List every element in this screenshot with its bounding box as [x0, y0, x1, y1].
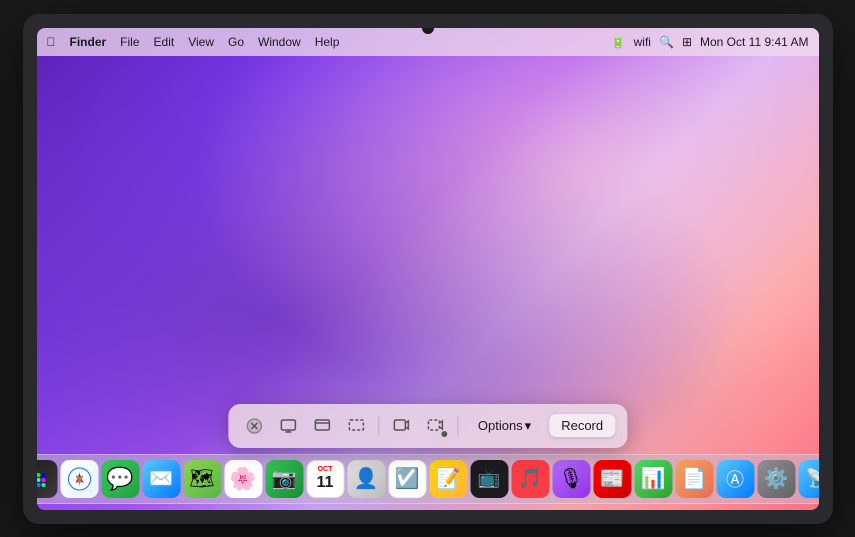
dock-podcasts[interactable]: 🎙 — [552, 460, 590, 498]
dock-numbers[interactable]: 📊 — [634, 460, 672, 498]
options-label: Options — [478, 418, 523, 433]
dock-safari[interactable] — [60, 460, 98, 498]
laptop-frame:  Finder File Edit View Go Window Help 🔋… — [23, 14, 833, 524]
record-selection-button[interactable] — [421, 412, 449, 440]
datetime-display: Mon Oct 11 9:41 AM — [700, 35, 809, 49]
options-chevron-icon: ▾ — [525, 418, 532, 434]
screen:  Finder File Edit View Go Window Help 🔋… — [37, 28, 819, 510]
dock-reminders[interactable]: ☑️ — [388, 460, 426, 498]
dock-appstore[interactable]: Ⓐ — [716, 460, 754, 498]
dock-calendar[interactable]: OCT 11 — [306, 460, 344, 498]
dock-news[interactable]: 📰 — [593, 460, 631, 498]
control-center-icon[interactable]: ⊞ — [682, 35, 692, 49]
spotlight-icon[interactable]: 🔍 — [659, 35, 674, 49]
view-menu[interactable]: View — [188, 35, 214, 49]
dock-launchpad[interactable] — [37, 460, 58, 498]
capture-screen-button[interactable] — [274, 412, 302, 440]
go-menu[interactable]: Go — [228, 35, 244, 49]
edit-menu[interactable]: Edit — [154, 35, 175, 49]
options-button[interactable]: Options ▾ — [466, 414, 543, 438]
dock-pages[interactable]: 📄 — [675, 460, 713, 498]
dock-messages[interactable]: 💬 — [101, 460, 139, 498]
dock-appletv[interactable]: 📺 — [470, 460, 508, 498]
dock-facetime[interactable]: 📷 — [265, 460, 303, 498]
file-menu[interactable]: File — [120, 35, 139, 49]
menu-bar-right: 🔋 wifi 🔍 ⊞ Mon Oct 11 9:41 AM — [611, 35, 809, 49]
dock-photos[interactable]: 🌸 — [224, 460, 262, 498]
toolbar-divider-1 — [378, 416, 379, 436]
close-toolbar-button[interactable] — [240, 412, 268, 440]
battery-icon: 🔋 — [611, 35, 626, 49]
dock-system-preferences[interactable]: ⚙️ — [757, 460, 795, 498]
dock: ☺ 💬 ✉️ 🗺 🌸 — [37, 454, 819, 504]
menu-bar-left:  Finder File Edit View Go Window Help — [47, 35, 340, 49]
help-menu[interactable]: Help — [315, 35, 340, 49]
apple-menu[interactable]:  — [47, 35, 56, 49]
record-button[interactable]: Record — [549, 414, 615, 437]
record-screen-button[interactable] — [387, 412, 415, 440]
dock-mail[interactable]: ✉️ — [142, 460, 180, 498]
dock-maps[interactable]: 🗺 — [183, 460, 221, 498]
dock-airdrop[interactable]: 📡 — [798, 460, 819, 498]
capture-window-button[interactable] — [308, 412, 336, 440]
wifi-icon: wifi — [634, 35, 651, 49]
dock-notes[interactable]: 📝 — [429, 460, 467, 498]
dock-music[interactable]: 🎵 — [511, 460, 549, 498]
window-menu[interactable]: Window — [258, 35, 301, 49]
capture-selection-button[interactable] — [342, 412, 370, 440]
dock-contacts[interactable]: 👤 — [347, 460, 385, 498]
finder-menu[interactable]: Finder — [70, 35, 107, 49]
toolbar-divider-2 — [457, 416, 458, 436]
screenshot-toolbar: Options ▾ Record — [228, 404, 627, 448]
